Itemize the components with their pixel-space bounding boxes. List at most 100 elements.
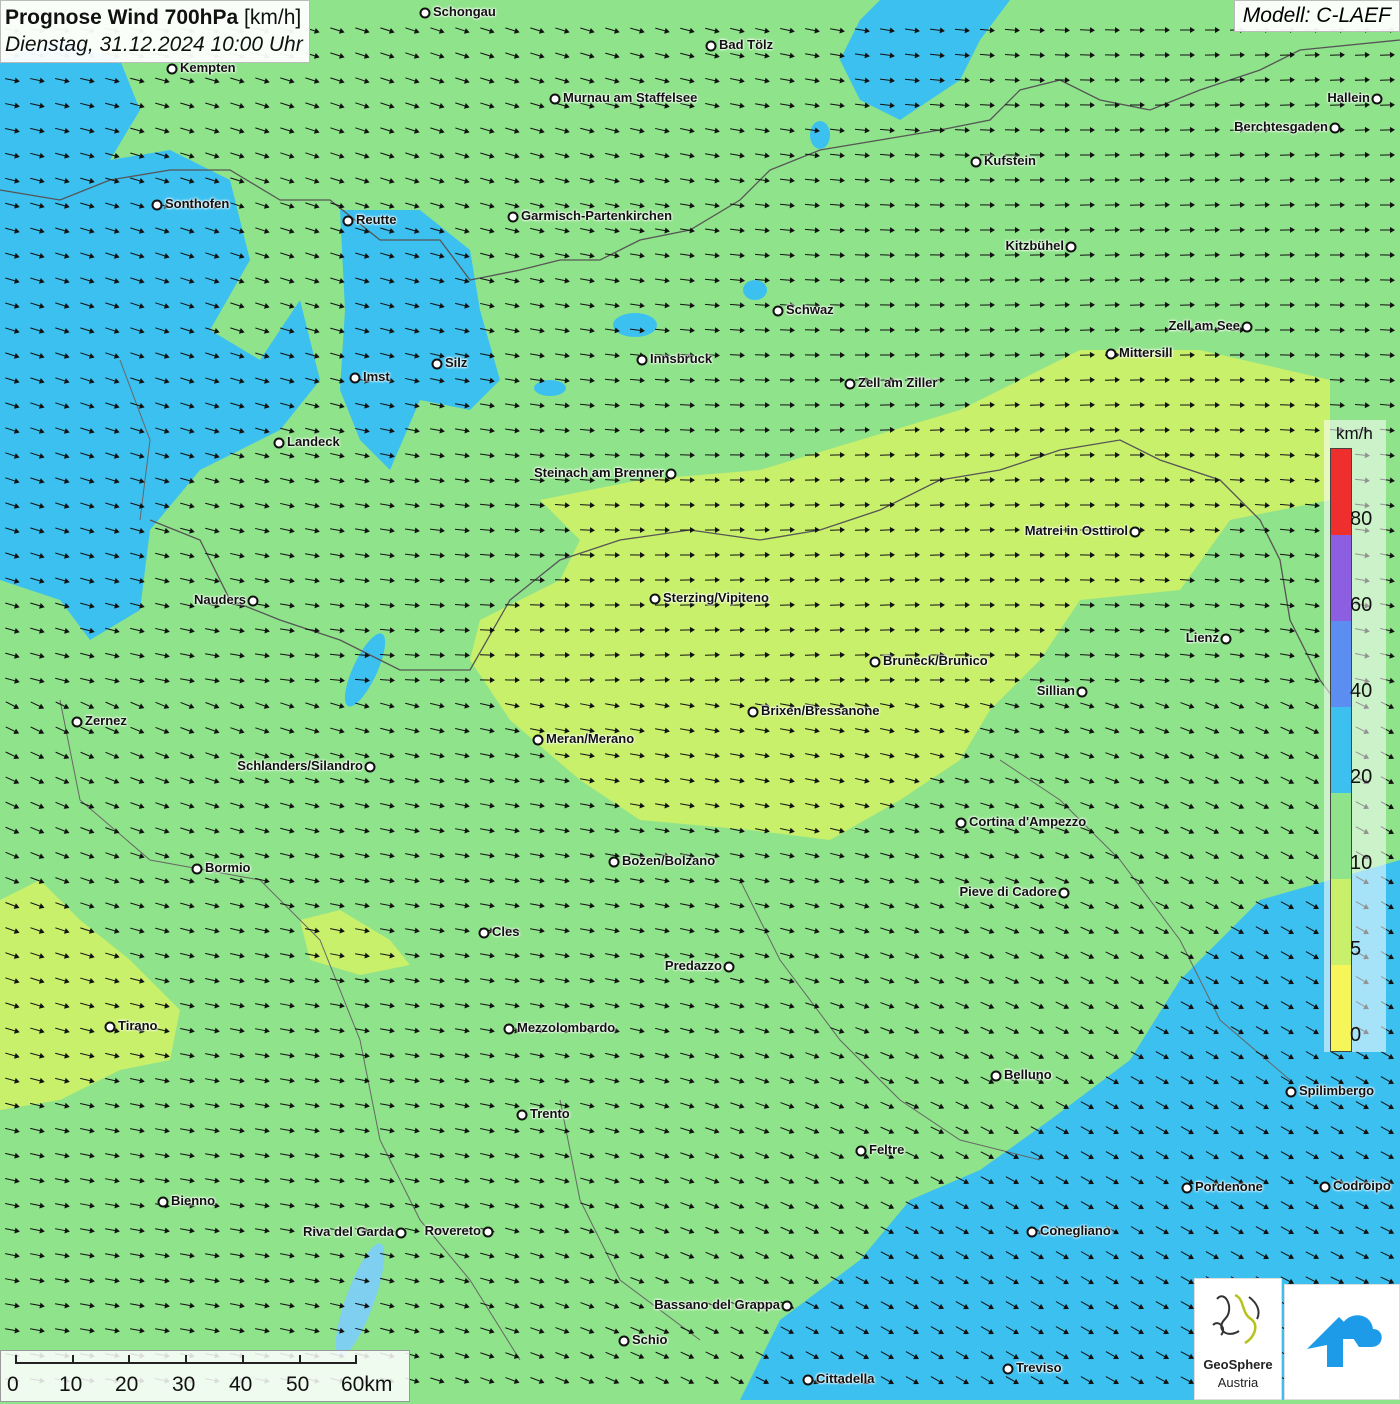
city-label: Lienz bbox=[1186, 630, 1219, 645]
city-marker bbox=[517, 1110, 528, 1121]
legend-tick-label: 20 bbox=[1350, 766, 1372, 789]
city-marker bbox=[105, 1022, 116, 1033]
city-label: Matrei in Osttirol bbox=[1025, 523, 1128, 538]
city-marker bbox=[991, 1071, 1002, 1082]
scale-label: 0 bbox=[7, 1373, 19, 1397]
city-marker bbox=[870, 657, 881, 668]
city-label: Feltre bbox=[869, 1142, 904, 1157]
city-marker bbox=[365, 762, 376, 773]
city-label: Schlanders/Silandro bbox=[237, 758, 363, 773]
forecast-date: Dienstag, 31.12.2024 10:00 Uhr bbox=[5, 31, 303, 58]
scale-tick bbox=[299, 1355, 301, 1364]
city-label: Bruneck/Brunico bbox=[883, 653, 988, 668]
city-marker bbox=[192, 864, 203, 875]
scale-label: 50 bbox=[286, 1373, 309, 1397]
city-label: Schio bbox=[632, 1332, 667, 1347]
city-label: Hallein bbox=[1327, 90, 1370, 105]
city-label: Silz bbox=[445, 355, 467, 370]
lake bbox=[613, 313, 657, 337]
city-marker bbox=[248, 596, 259, 607]
city-marker bbox=[152, 200, 163, 211]
scale-label: 60km bbox=[341, 1373, 392, 1397]
title-box: Prognose Wind 700hPa [km/h] Dienstag, 31… bbox=[0, 0, 310, 63]
city-label: Tirano bbox=[118, 1018, 158, 1033]
city-label: Kufstein bbox=[984, 153, 1036, 168]
scale-tick bbox=[242, 1355, 244, 1364]
legend-color-segment bbox=[1331, 707, 1351, 793]
legend-tick-label: 10 bbox=[1350, 852, 1372, 875]
scale-label: 40 bbox=[229, 1373, 252, 1397]
city-label: Sonthofen bbox=[165, 196, 229, 211]
city-label: Predazzo bbox=[665, 958, 722, 973]
scale-tick bbox=[128, 1355, 130, 1364]
city-marker bbox=[158, 1197, 169, 1208]
city-marker bbox=[72, 717, 83, 728]
page-title: Prognose Wind 700hPa bbox=[5, 6, 238, 29]
legend-color-segment bbox=[1331, 965, 1351, 1051]
city-marker bbox=[1286, 1087, 1297, 1098]
city-marker bbox=[1330, 123, 1341, 134]
city-label: Nauders bbox=[194, 592, 246, 607]
city-marker bbox=[550, 94, 561, 105]
city-marker bbox=[396, 1228, 407, 1239]
city-label: Cittadella bbox=[816, 1371, 875, 1386]
city-label: Garmisch-Partenkirchen bbox=[521, 208, 672, 223]
legend-tick-label: 60 bbox=[1350, 594, 1372, 617]
city-marker bbox=[274, 438, 285, 449]
city-marker bbox=[773, 306, 784, 317]
city-label: Trento bbox=[530, 1106, 570, 1121]
city-marker bbox=[845, 379, 856, 390]
city-label: Schongau bbox=[433, 4, 496, 19]
city-label: Schwaz bbox=[786, 302, 834, 317]
city-marker bbox=[782, 1301, 793, 1312]
city-label: Sterzing/Vipiteno bbox=[663, 590, 769, 605]
city-label: Cles bbox=[492, 924, 519, 939]
city-marker bbox=[508, 212, 519, 223]
city-label: Bad Tölz bbox=[719, 37, 773, 52]
city-label: Zernez bbox=[85, 713, 127, 728]
city-label: Rovereto bbox=[425, 1223, 481, 1238]
city-label: Zell am Ziller bbox=[858, 375, 937, 390]
legend-color-segment bbox=[1331, 793, 1351, 879]
city-marker bbox=[479, 928, 490, 939]
weather-app-logo bbox=[1284, 1284, 1400, 1400]
city-marker bbox=[1372, 94, 1383, 105]
scale-bar: 0102030405060km bbox=[0, 1350, 410, 1402]
city-label: Belluno bbox=[1004, 1067, 1052, 1082]
scale-tick bbox=[355, 1355, 357, 1364]
city-label: Zell am See bbox=[1168, 318, 1240, 333]
city-marker bbox=[1106, 349, 1117, 360]
city-marker bbox=[619, 1336, 630, 1347]
city-marker bbox=[706, 41, 717, 52]
city-marker bbox=[504, 1024, 515, 1035]
city-marker bbox=[856, 1146, 867, 1157]
scale-label: 30 bbox=[172, 1373, 195, 1397]
logo-name-line2: Austria bbox=[1195, 1375, 1281, 1390]
logo-name-line1: GeoSphere bbox=[1195, 1357, 1281, 1372]
city-marker bbox=[748, 707, 759, 718]
city-marker bbox=[432, 359, 443, 370]
city-label: Berchtesgaden bbox=[1234, 119, 1328, 134]
city-marker bbox=[1059, 888, 1070, 899]
city-label: Bormio bbox=[205, 860, 251, 875]
city-label: Riva del Garda bbox=[303, 1224, 394, 1239]
city-marker bbox=[971, 157, 982, 168]
city-label: Spilimbergo bbox=[1299, 1083, 1374, 1098]
city-label: Cortina d'Ampezzo bbox=[969, 814, 1086, 829]
city-label: Sillian bbox=[1037, 683, 1075, 698]
city-label: Mittersill bbox=[1119, 345, 1172, 360]
city-marker bbox=[609, 857, 620, 868]
city-marker bbox=[803, 1375, 814, 1386]
city-label: Innsbruck bbox=[650, 351, 712, 366]
city-marker bbox=[1221, 634, 1232, 645]
city-marker bbox=[724, 962, 735, 973]
legend-tick-label: 0 bbox=[1350, 1024, 1361, 1047]
model-label: Modell: C-LAEF bbox=[1234, 0, 1400, 32]
legend-color-segment bbox=[1331, 535, 1351, 621]
city-label: Reutte bbox=[356, 212, 396, 227]
city-marker bbox=[483, 1227, 494, 1238]
city-label: Pieve di Cadore bbox=[959, 884, 1057, 899]
city-marker bbox=[637, 355, 648, 366]
legend-color-segment bbox=[1331, 449, 1351, 535]
city-marker bbox=[1003, 1364, 1014, 1375]
